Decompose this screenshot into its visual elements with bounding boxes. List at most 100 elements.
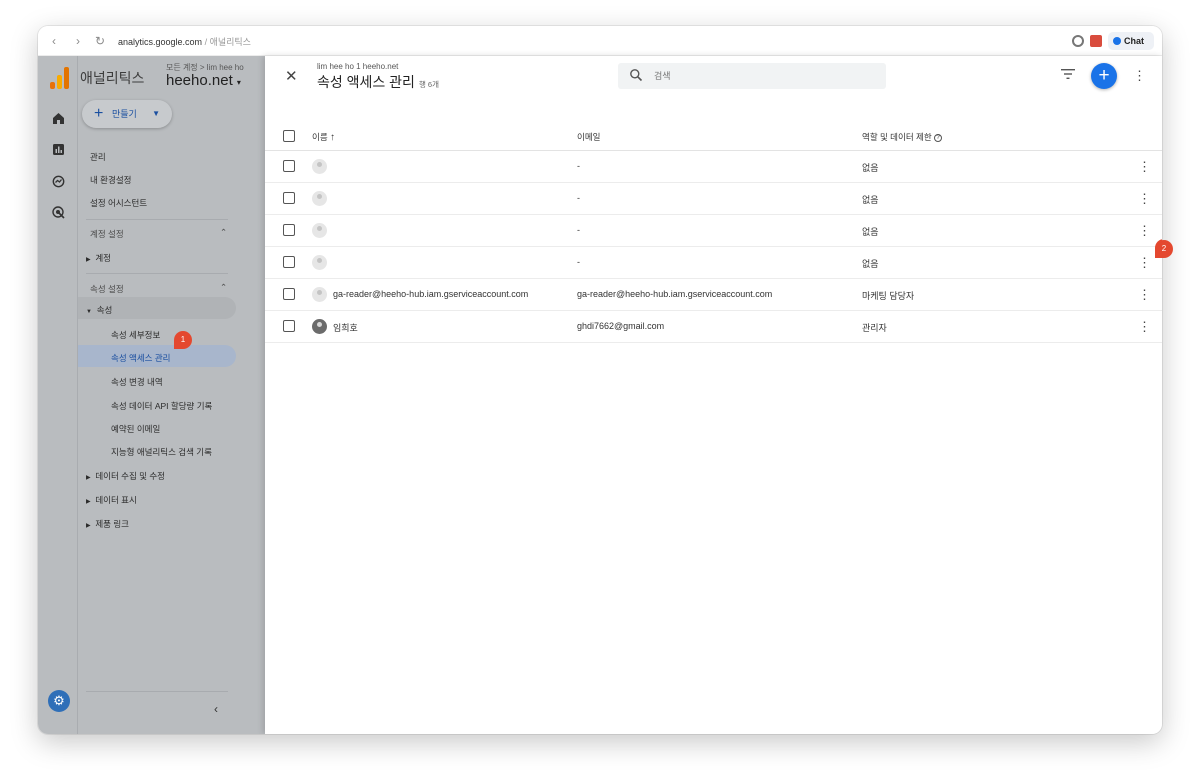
row-menu-icon[interactable]: ⋮ [1138,288,1151,301]
explore-icon[interactable] [52,175,65,188]
sidebar-item-product-links[interactable]: ▶ 제품 링크 [86,518,129,530]
sidebar-item-data-display[interactable]: ▶ 데이터 표시 [86,494,137,506]
page-title: 속성 액세스 관리 행 6개 [317,72,439,92]
sidebar-item-label: 속성 [96,305,113,315]
sidebar-item-preferences[interactable]: 내 환경설정 [90,174,131,186]
row-checkbox[interactable] [283,160,295,172]
sidebar-item-property-details[interactable]: 속성 세부정보 [111,329,160,341]
row-menu-icon[interactable]: ⋮ [1138,160,1151,173]
row-checkbox[interactable] [283,288,295,300]
more-options-icon[interactable]: ⋮ [1133,69,1146,82]
panel-breadcrumb: lim hee ho 1 heeho.net [317,62,399,71]
extension-icon[interactable] [1090,35,1102,47]
sidebar-item-change-history[interactable]: 속성 변경 내역 [111,376,163,388]
url-crumb: / 애널리틱스 [204,37,251,47]
sidebar-item-label: 데이터 표시 [95,495,137,505]
search-icon [630,69,643,82]
divider [86,273,228,274]
sidebar-item-search-history[interactable]: 지능형 애널리틱스 검색 기록 [111,446,212,458]
row-menu-icon[interactable]: ⋮ [1138,224,1151,237]
sort-arrow-up-icon: ↑ [330,132,336,143]
column-label: 역할 및 데이터 제한 [862,132,932,142]
chat-button[interactable]: Chat [1108,32,1154,50]
search-input[interactable] [654,63,874,89]
property-settings-heading[interactable]: 속성 설정 [90,283,124,295]
reports-icon[interactable] [52,143,65,156]
table-row[interactable]: - 없음 ⋮ [265,215,1162,247]
app-name: 애널리틱스 [80,70,145,86]
sidebar-item-property-access[interactable]: 속성 액세스 관리 [111,352,170,364]
forward-icon[interactable]: › [70,33,86,49]
chevron-down-icon: ▾ [236,78,241,87]
user-email: ghdi7662@gmail.com [577,321,665,331]
sidebar-item-setup-assistant[interactable]: 설정 어시스턴트 [90,197,147,209]
user-role: 없음 [862,163,879,173]
extension-icon[interactable] [1072,35,1084,47]
column-header-email[interactable]: 이메일 [577,131,600,143]
table-row[interactable]: 임희호 ghdi7662@gmail.com 관리자 ⋮ [265,311,1162,343]
user-email: - [577,225,580,235]
advertising-icon[interactable] [52,206,65,219]
table-row[interactable]: ga-reader@heeho-hub.iam.gserviceaccount.… [265,279,1162,311]
avatar [312,255,327,270]
user-name: ga-reader@heeho-hub.iam.gserviceaccount.… [333,289,529,299]
address-bar[interactable]: analytics.google.com / 애널리틱스 [118,35,251,48]
sidebar-item-data-collection[interactable]: ▶ 데이터 수집 및 수정 [86,470,165,482]
select-all-checkbox[interactable] [283,130,295,142]
property-selector[interactable]: heeho.net ▾ [166,72,241,89]
account-settings-heading[interactable]: 계정 설정 [90,228,124,240]
column-label: 이름 [312,132,328,142]
table-header: 이름 ↑ 이메일 역할 및 데이터 제한 ? [265,120,1162,151]
table-row[interactable]: - 없음 ⋮ [265,151,1162,183]
table-row[interactable]: - 없음 ⋮ [265,183,1162,215]
chevron-up-icon[interactable]: ⌃ [220,282,227,293]
divider [86,219,228,220]
browser-window: ‹ › ↻ analytics.google.com / 애널리틱스 Chat … [38,26,1162,734]
row-checkbox[interactable] [283,256,295,268]
expand-right-icon: ▶ [86,475,91,481]
avatar [312,319,327,334]
search-box[interactable] [618,63,886,89]
sidebar-item-property[interactable]: ▼ 속성 [86,304,112,316]
sidebar-item-admin[interactable]: 관리 [90,151,106,163]
row-menu-icon[interactable]: ⋮ [1138,256,1151,269]
user-name: 임희호 [333,323,358,333]
settings-gear-icon[interactable]: ⚙ [48,690,70,712]
chat-icon [1113,37,1121,45]
annotation-badge: 1 [174,331,192,349]
nav-rail [38,56,78,734]
expand-right-icon: ▶ [86,257,91,263]
sidebar-item-label: 계정 [95,253,111,263]
row-count: 행 6개 [418,80,440,89]
row-checkbox[interactable] [283,320,295,332]
back-icon[interactable]: ‹ [46,33,62,49]
app-header: 애널리틱스 모든 계정 > lim hee ho heeho.net ▾ [38,56,265,106]
column-header-name[interactable]: 이름 ↑ [312,131,335,143]
help-icon[interactable]: ? [934,133,943,142]
expand-right-icon: ▶ [86,499,91,505]
collapse-sidebar-icon[interactable]: ‹ [214,702,218,716]
reload-icon[interactable]: ↻ [92,33,108,49]
chat-label: Chat [1124,36,1144,46]
add-user-button[interactable]: + [1091,63,1117,89]
sidebar-item-scheduled-emails[interactable]: 예약된 이메일 [111,423,160,435]
user-role: 마케팅 담당자 [862,291,915,301]
avatar [312,287,327,302]
row-checkbox[interactable] [283,224,295,236]
row-checkbox[interactable] [283,192,295,204]
sidebar-item-api-quota[interactable]: 속성 데이터 API 할당량 기록 [111,400,212,412]
close-icon[interactable]: ✕ [285,67,298,85]
create-button[interactable]: + 만들기 ▼ [82,100,172,128]
analytics-logo-icon [50,67,70,89]
sidebar-item-label: 제품 링크 [95,519,130,529]
home-icon[interactable] [52,112,65,125]
filter-icon[interactable] [1061,68,1075,80]
row-menu-icon[interactable]: ⋮ [1138,320,1151,333]
row-menu-icon[interactable]: ⋮ [1138,192,1151,205]
chevron-up-icon[interactable]: ⌃ [220,227,227,238]
browser-toolbar: ‹ › ↻ analytics.google.com / 애널리틱스 Chat [38,26,1162,56]
sidebar-item-account[interactable]: ▶ 계정 [86,252,111,264]
user-email: - [577,193,580,203]
column-header-role[interactable]: 역할 및 데이터 제한 ? [862,131,943,143]
table-row[interactable]: - 없음 ⋮ [265,247,1162,279]
